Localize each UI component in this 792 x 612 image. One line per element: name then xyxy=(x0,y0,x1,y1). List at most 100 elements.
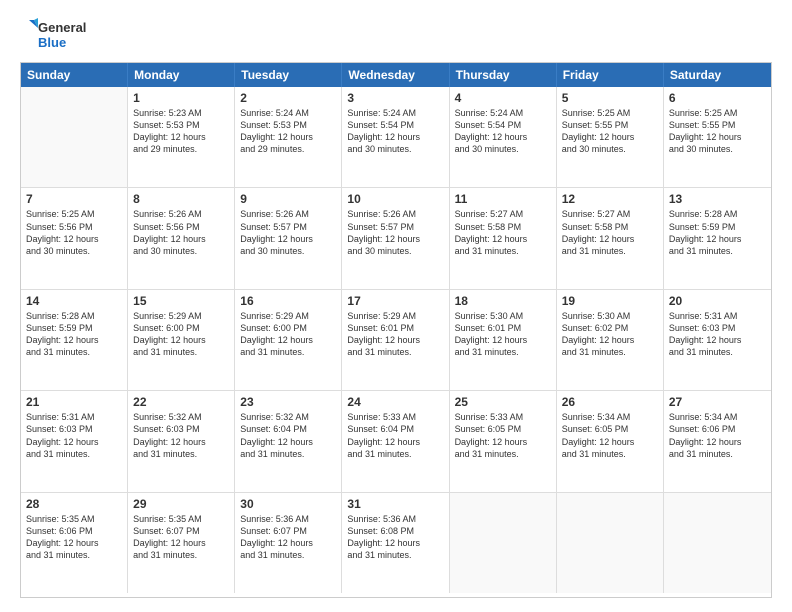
day-number: 31 xyxy=(347,497,443,511)
day-info: Sunrise: 5:25 AM Sunset: 5:56 PM Dayligh… xyxy=(26,208,122,257)
day-number: 14 xyxy=(26,294,122,308)
day-cell-4: 4 Sunrise: 5:24 AM Sunset: 5:54 PM Daylig… xyxy=(450,87,557,187)
header-day-saturday: Saturday xyxy=(664,63,771,87)
day-number: 27 xyxy=(669,395,766,409)
day-cell-27: 27 Sunrise: 5:34 AM Sunset: 6:06 PM Dayli… xyxy=(664,391,771,491)
logo-bird-icon xyxy=(20,18,38,54)
header-day-friday: Friday xyxy=(557,63,664,87)
day-cell-22: 22 Sunrise: 5:32 AM Sunset: 6:03 PM Dayli… xyxy=(128,391,235,491)
day-cell-17: 17Sunrise: 5:29 AM Sunset: 6:01 PM Dayli… xyxy=(342,290,449,390)
day-number: 21 xyxy=(26,395,122,409)
day-cell-28: 28 Sunrise: 5:35 AM Sunset: 6:06 PM Dayli… xyxy=(21,493,128,593)
day-cell-11: 11 Sunrise: 5:27 AM Sunset: 5:58 PM Dayli… xyxy=(450,188,557,288)
day-cell-23: 23 Sunrise: 5:32 AM Sunset: 6:04 PM Dayli… xyxy=(235,391,342,491)
day-info: Sunrise: 5:32 AM Sunset: 6:03 PM Dayligh… xyxy=(133,411,229,460)
day-info: Sunrise: 5:35 AM Sunset: 6:06 PM Dayligh… xyxy=(26,513,122,562)
day-cell-21: 21 Sunrise: 5:31 AM Sunset: 6:03 PM Dayli… xyxy=(21,391,128,491)
day-number: 1 xyxy=(133,91,229,105)
day-info: Sunrise: 5:27 AM Sunset: 5:58 PM Dayligh… xyxy=(455,208,551,257)
day-number: 15 xyxy=(133,294,229,308)
day-cell-24: 24 Sunrise: 5:33 AM Sunset: 6:04 PM Dayli… xyxy=(342,391,449,491)
day-cell-10: 10 Sunrise: 5:26 AM Sunset: 5:57 PM Dayli… xyxy=(342,188,449,288)
day-cell-2: 2 Sunrise: 5:24 AM Sunset: 5:53 PM Daylig… xyxy=(235,87,342,187)
day-info: Sunrise: 5:28 AM Sunset: 5:59 PM Dayligh… xyxy=(26,310,122,359)
day-number: 26 xyxy=(562,395,658,409)
calendar: SundayMondayTuesdayWednesdayThursdayFrid… xyxy=(20,62,772,598)
day-info: Sunrise: 5:31 AM Sunset: 6:03 PM Dayligh… xyxy=(26,411,122,460)
day-info: Sunrise: 5:31 AM Sunset: 6:03 PM Dayligh… xyxy=(669,310,766,359)
day-number: 9 xyxy=(240,192,336,206)
day-info: Sunrise: 5:33 AM Sunset: 6:05 PM Dayligh… xyxy=(455,411,551,460)
logo: General Blue xyxy=(20,18,86,54)
day-number: 4 xyxy=(455,91,551,105)
day-number: 6 xyxy=(669,91,766,105)
day-cell-30: 30Sunrise: 5:36 AM Sunset: 6:07 PM Dayli… xyxy=(235,493,342,593)
day-info: Sunrise: 5:23 AM Sunset: 5:53 PM Dayligh… xyxy=(133,107,229,156)
day-info: Sunrise: 5:27 AM Sunset: 5:58 PM Dayligh… xyxy=(562,208,658,257)
day-info: Sunrise: 5:35 AM Sunset: 6:07 PM Dayligh… xyxy=(133,513,229,562)
day-cell-16: 16 Sunrise: 5:29 AM Sunset: 6:00 PM Dayli… xyxy=(235,290,342,390)
day-info: Sunrise: 5:33 AM Sunset: 6:04 PM Dayligh… xyxy=(347,411,443,460)
day-number: 19 xyxy=(562,294,658,308)
day-info: Sunrise: 5:26 AM Sunset: 5:57 PM Dayligh… xyxy=(347,208,443,257)
day-cell-empty xyxy=(21,87,128,187)
day-number: 11 xyxy=(455,192,551,206)
day-cell-31: 31 Sunrise: 5:36 AM Sunset: 6:08 PM Dayli… xyxy=(342,493,449,593)
day-cell-empty xyxy=(664,493,771,593)
day-cell-20: 20 Sunrise: 5:31 AM Sunset: 6:03 PM Dayli… xyxy=(664,290,771,390)
header-day-sunday: Sunday xyxy=(21,63,128,87)
day-info: Sunrise: 5:29 AM Sunset: 6:00 PM Dayligh… xyxy=(133,310,229,359)
day-cell-26: 26Sunrise: 5:34 AM Sunset: 6:05 PM Dayli… xyxy=(557,391,664,491)
day-cell-7: 7 Sunrise: 5:25 AM Sunset: 5:56 PM Daylig… xyxy=(21,188,128,288)
day-info: Sunrise: 5:24 AM Sunset: 5:54 PM Dayligh… xyxy=(455,107,551,156)
day-cell-13: 13 Sunrise: 5:28 AM Sunset: 5:59 PM Dayli… xyxy=(664,188,771,288)
day-cell-18: 18Sunrise: 5:30 AM Sunset: 6:01 PM Dayli… xyxy=(450,290,557,390)
day-number: 16 xyxy=(240,294,336,308)
calendar-week-1: 1 Sunrise: 5:23 AM Sunset: 5:53 PM Daylig… xyxy=(21,87,771,188)
day-info: Sunrise: 5:25 AM Sunset: 5:55 PM Dayligh… xyxy=(562,107,658,156)
day-cell-25: 25 Sunrise: 5:33 AM Sunset: 6:05 PM Dayli… xyxy=(450,391,557,491)
day-cell-19: 19 Sunrise: 5:30 AM Sunset: 6:02 PM Dayli… xyxy=(557,290,664,390)
day-cell-3: 3 Sunrise: 5:24 AM Sunset: 5:54 PM Daylig… xyxy=(342,87,449,187)
day-number: 3 xyxy=(347,91,443,105)
day-number: 2 xyxy=(240,91,336,105)
day-number: 13 xyxy=(669,192,766,206)
header-day-wednesday: Wednesday xyxy=(342,63,449,87)
day-cell-5: 5 Sunrise: 5:25 AM Sunset: 5:55 PM Daylig… xyxy=(557,87,664,187)
day-cell-14: 14 Sunrise: 5:28 AM Sunset: 5:59 PM Dayli… xyxy=(21,290,128,390)
day-info: Sunrise: 5:24 AM Sunset: 5:53 PM Dayligh… xyxy=(240,107,336,156)
day-number: 30 xyxy=(240,497,336,511)
day-number: 10 xyxy=(347,192,443,206)
day-info: Sunrise: 5:24 AM Sunset: 5:54 PM Dayligh… xyxy=(347,107,443,156)
day-info: Sunrise: 5:26 AM Sunset: 5:56 PM Dayligh… xyxy=(133,208,229,257)
calendar-week-2: 7 Sunrise: 5:25 AM Sunset: 5:56 PM Daylig… xyxy=(21,188,771,289)
day-number: 24 xyxy=(347,395,443,409)
day-number: 20 xyxy=(669,294,766,308)
day-number: 28 xyxy=(26,497,122,511)
day-number: 29 xyxy=(133,497,229,511)
day-info: Sunrise: 5:29 AM Sunset: 6:00 PM Dayligh… xyxy=(240,310,336,359)
calendar-header: SundayMondayTuesdayWednesdayThursdayFrid… xyxy=(21,63,771,87)
header: General Blue xyxy=(20,18,772,54)
day-info: Sunrise: 5:36 AM Sunset: 6:08 PM Dayligh… xyxy=(347,513,443,562)
day-info: Sunrise: 5:26 AM Sunset: 5:57 PM Dayligh… xyxy=(240,208,336,257)
day-number: 17 xyxy=(347,294,443,308)
day-cell-29: 29 Sunrise: 5:35 AM Sunset: 6:07 PM Dayli… xyxy=(128,493,235,593)
day-number: 5 xyxy=(562,91,658,105)
day-number: 18 xyxy=(455,294,551,308)
day-number: 25 xyxy=(455,395,551,409)
day-cell-15: 15 Sunrise: 5:29 AM Sunset: 6:00 PM Dayli… xyxy=(128,290,235,390)
day-info: Sunrise: 5:30 AM Sunset: 6:02 PM Dayligh… xyxy=(562,310,658,359)
day-cell-empty xyxy=(450,493,557,593)
page: General Blue SundayMondayTuesdayWednesda… xyxy=(0,0,792,612)
day-number: 23 xyxy=(240,395,336,409)
day-cell-12: 12Sunrise: 5:27 AM Sunset: 5:58 PM Dayli… xyxy=(557,188,664,288)
calendar-week-4: 21 Sunrise: 5:31 AM Sunset: 6:03 PM Dayli… xyxy=(21,391,771,492)
day-cell-9: 9 Sunrise: 5:26 AM Sunset: 5:57 PM Daylig… xyxy=(235,188,342,288)
calendar-week-5: 28 Sunrise: 5:35 AM Sunset: 6:06 PM Dayli… xyxy=(21,493,771,593)
day-info: Sunrise: 5:34 AM Sunset: 6:06 PM Dayligh… xyxy=(669,411,766,460)
day-info: Sunrise: 5:28 AM Sunset: 5:59 PM Dayligh… xyxy=(669,208,766,257)
day-number: 22 xyxy=(133,395,229,409)
day-info: Sunrise: 5:32 AM Sunset: 6:04 PM Dayligh… xyxy=(240,411,336,460)
day-number: 7 xyxy=(26,192,122,206)
